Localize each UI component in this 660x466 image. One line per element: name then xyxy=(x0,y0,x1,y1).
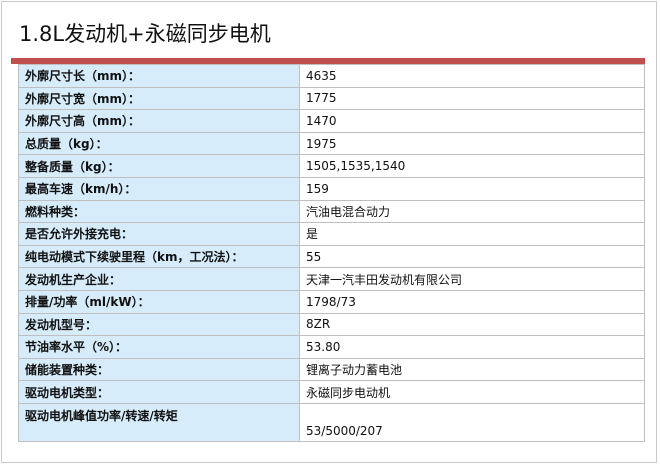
table-row: 总质量（kg）： 1975 xyxy=(18,131,645,156)
spec-value: 159 xyxy=(299,176,645,201)
spec-label: 节油率水平（%）： xyxy=(18,335,300,359)
spec-value: 是 xyxy=(299,222,645,246)
table-row: 驱动电机峰值功率/转速/转矩 53/5000/207 xyxy=(18,402,645,442)
spec-label: 纯电动模式下续驶里程（km，工况法）： xyxy=(18,244,300,269)
table-row: 纯电动模式下续驶里程（km，工况法）： 55 xyxy=(18,244,645,269)
page-title: 1.8L发动机+永磁同步电机 xyxy=(19,22,271,46)
table-row: 最高车速（km/h）： 159 xyxy=(18,176,645,201)
spec-value: 汽油电混合动力 xyxy=(299,199,645,224)
spec-value: 1470 xyxy=(299,109,645,133)
spec-table: 外廓尺寸长（mm）： 4635 外廓尺寸宽（mm）： 1775 外廓尺寸高（mm）：… xyxy=(18,64,645,442)
spec-label: 外廓尺寸高（mm）： xyxy=(18,109,300,133)
table-row: 储能装置种类： 锂离子动力蓄电池 xyxy=(18,357,645,382)
table-row: 燃料种类： 汽油电混合动力 xyxy=(18,199,645,224)
table-row: 外廓尺寸高（mm）： 1470 xyxy=(18,109,645,133)
spec-value: 锂离子动力蓄电池 xyxy=(299,357,645,382)
table-row: 发动机生产企业： 天津一汽丰田发动机有限公司 xyxy=(18,267,645,291)
spec-value: 53/5000/207 xyxy=(299,402,645,442)
table-row: 整备质量（kg）： 1505,1535,1540 xyxy=(18,154,645,178)
table-row: 节油率水平（%）： 53.80 xyxy=(18,335,645,359)
spec-label: 是否允许外接充电： xyxy=(18,222,300,246)
spec-value: 天津一汽丰田发动机有限公司 xyxy=(299,267,645,291)
spec-label: 储能装置种类： xyxy=(18,357,300,382)
spec-label: 总质量（kg）： xyxy=(18,131,300,156)
table-row: 发动机型号： 8ZR xyxy=(18,312,645,337)
spec-label: 驱动电机类型： xyxy=(18,380,300,404)
spec-label: 发动机生产企业： xyxy=(18,267,300,291)
table-row: 外廓尺寸长（mm）： 4635 xyxy=(18,64,645,88)
spec-value: 永磁同步电动机 xyxy=(299,380,645,404)
spec-value: 53.80 xyxy=(299,335,645,359)
table-row: 外廓尺寸宽（mm）： 1775 xyxy=(18,86,645,111)
spec-label: 整备质量（kg）： xyxy=(18,154,300,178)
spec-value: 1505,1535,1540 xyxy=(299,154,645,178)
spec-value: 8ZR xyxy=(299,312,645,337)
spec-label: 发动机型号： xyxy=(18,312,300,337)
table-row: 是否允许外接充电：是 xyxy=(18,222,645,246)
spec-label: 外廓尺寸宽（mm）： xyxy=(18,86,300,111)
content-frame: 1.8L发动机+永磁同步电机 外廓尺寸长（mm）： 4635 外廓尺寸宽（mm）：… xyxy=(1,1,657,463)
spec-value: 1975 xyxy=(299,131,645,156)
spec-label: 驱动电机峰值功率/转速/转矩 xyxy=(18,402,300,442)
spec-label: 最高车速（km/h）： xyxy=(18,176,300,201)
spec-label: 外廓尺寸长（mm）： xyxy=(18,64,300,88)
spec-value: 4635 xyxy=(299,64,645,88)
table-row: 驱动电机类型： 永磁同步电动机 xyxy=(18,380,645,404)
spec-label: 排量/功率（ml/kW）： xyxy=(18,289,300,314)
spec-label: 燃料种类： xyxy=(18,199,300,224)
spec-value: 1775 xyxy=(299,86,645,111)
spec-value: 55 xyxy=(299,244,645,269)
spec-value: 1798/73 xyxy=(299,289,645,314)
table-row: 排量/功率（ml/kW）： 1798/73 xyxy=(18,289,645,314)
